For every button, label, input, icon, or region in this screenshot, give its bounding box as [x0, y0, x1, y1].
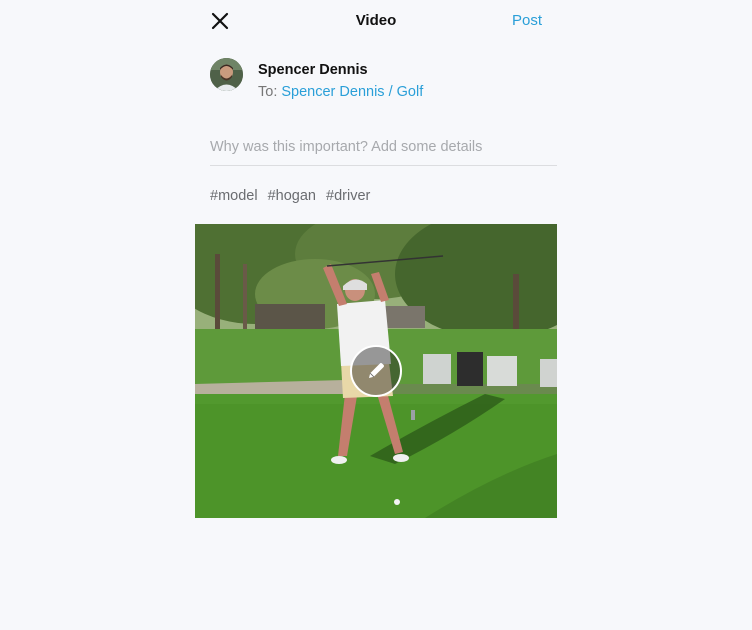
edit-video-button[interactable] — [350, 345, 402, 397]
avatar — [210, 58, 243, 91]
author-name: Spencer Dennis — [258, 62, 368, 78]
tag-list: #model #hogan #driver — [210, 188, 376, 204]
audience-prefix: To: — [258, 84, 278, 100]
author-row: Spencer Dennis To: Spencer Dennis / Golf — [210, 58, 550, 100]
page-title: Video — [355, 12, 397, 29]
post-button[interactable]: Post — [512, 12, 542, 29]
tag-model[interactable]: #model — [210, 188, 258, 204]
top-bar: Video Post — [195, 0, 557, 42]
details-input[interactable] — [210, 128, 557, 166]
audience-link[interactable]: Spencer Dennis / Golf — [281, 84, 423, 100]
pencil-icon — [369, 363, 384, 378]
audience: To: Spencer Dennis / Golf — [258, 84, 423, 100]
tag-hogan[interactable]: #hogan — [268, 188, 316, 204]
tag-driver[interactable]: #driver — [326, 188, 370, 204]
video-preview[interactable] — [195, 224, 557, 518]
